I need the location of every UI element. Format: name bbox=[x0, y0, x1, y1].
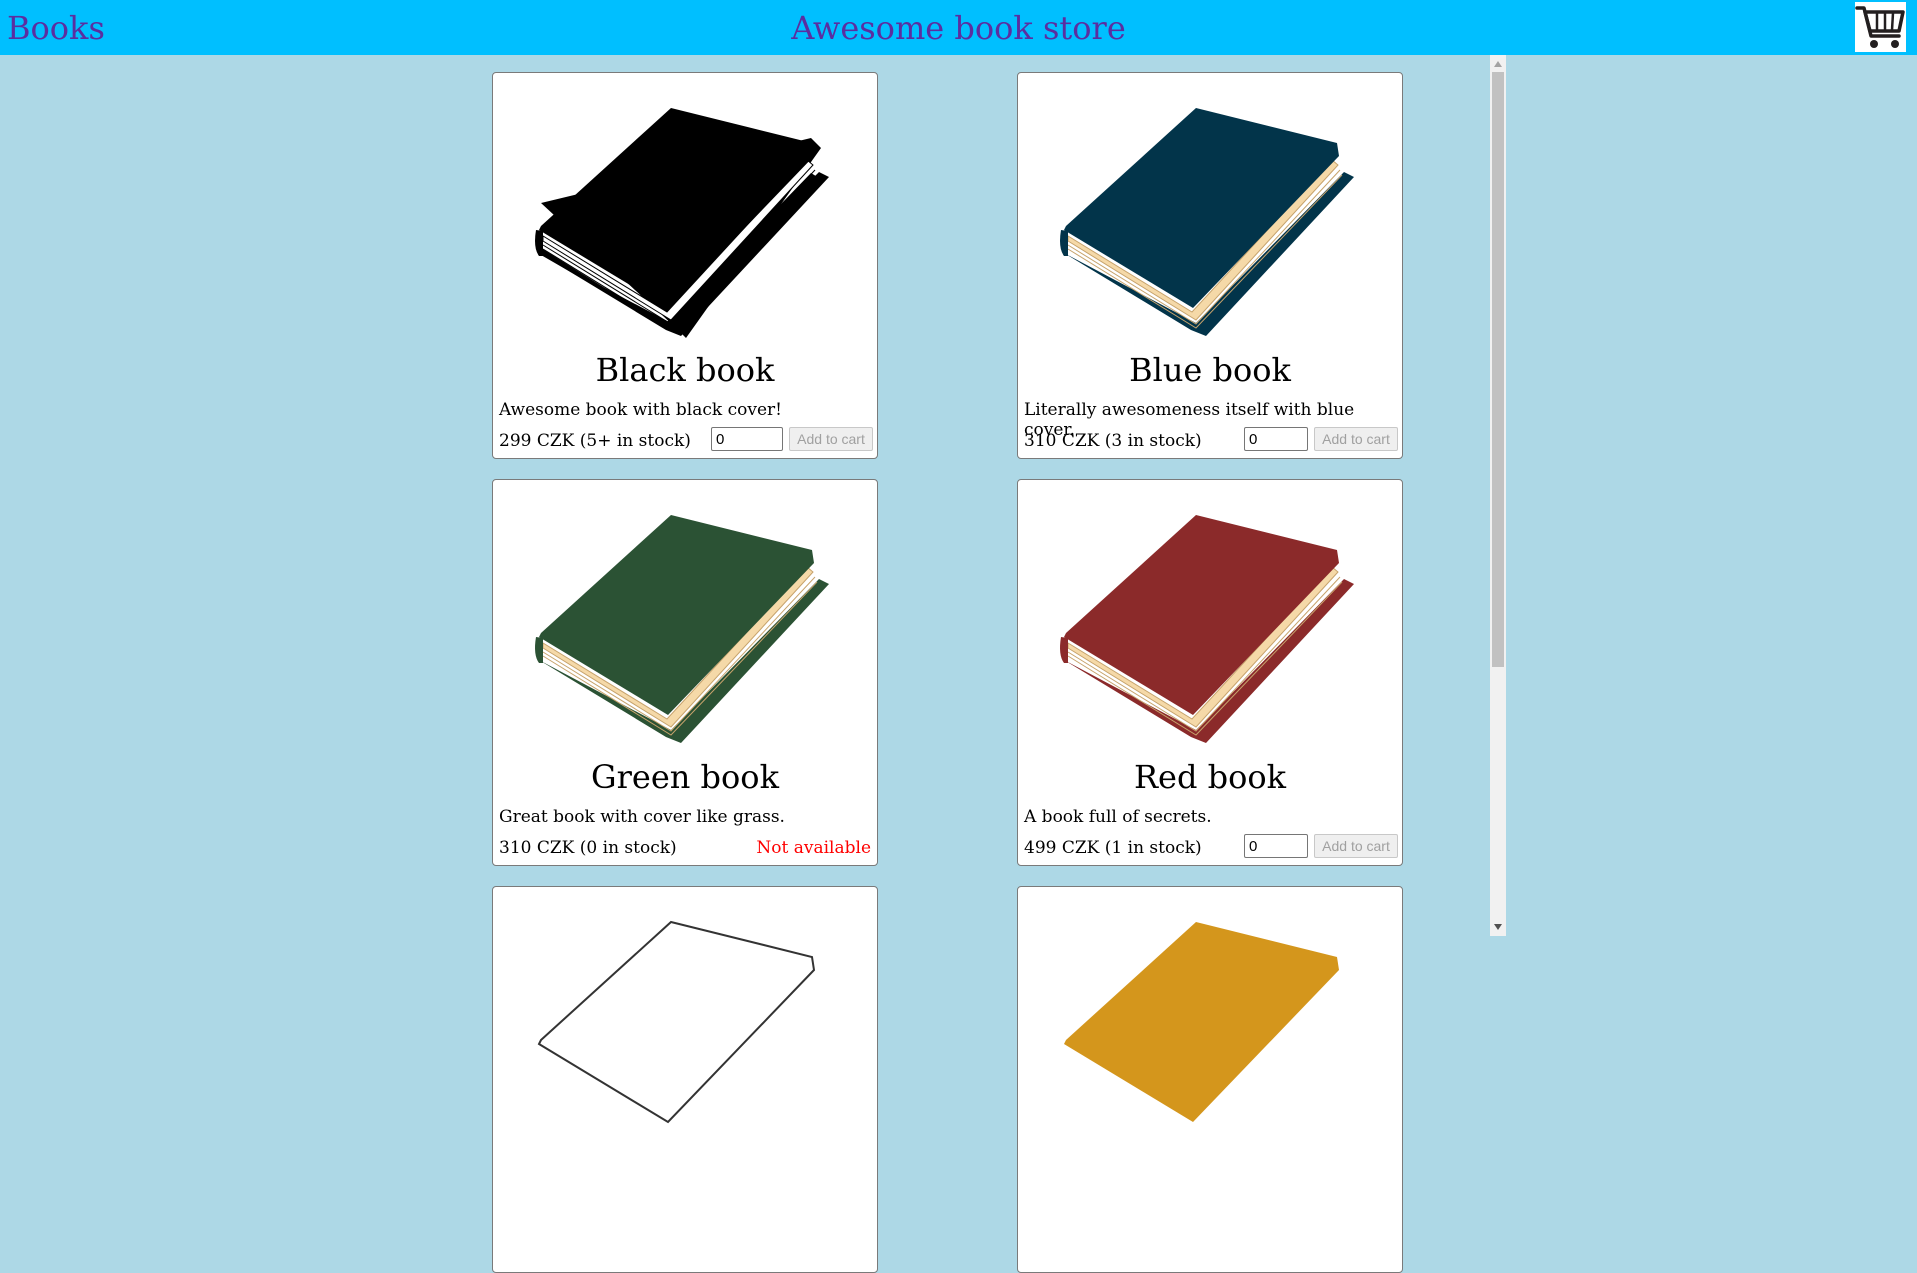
scrollbar-thumb[interactable] bbox=[1492, 72, 1504, 667]
product-description: Awesome book with black cover! bbox=[499, 400, 782, 420]
product-price: 299 CZK (5+ in stock) bbox=[499, 431, 691, 451]
quantity-input[interactable] bbox=[711, 427, 783, 451]
book-cover-image bbox=[535, 108, 829, 338]
not-available-label: Not available bbox=[756, 838, 871, 858]
product-card: Black book Awesome book with black cover… bbox=[492, 72, 878, 459]
product-title: Blue book bbox=[1129, 351, 1291, 389]
add-to-cart-button[interactable]: Add to cart bbox=[1314, 427, 1398, 451]
product-card bbox=[492, 886, 878, 1273]
scroll-up-arrow-icon[interactable] bbox=[1494, 61, 1502, 67]
product-price: 310 CZK (0 in stock) bbox=[499, 838, 677, 858]
product-grid: Black book Awesome book with black cover… bbox=[0, 55, 1917, 1273]
product-description: Great book with cover like grass. bbox=[499, 807, 785, 827]
scroll-down-arrow-icon[interactable] bbox=[1494, 924, 1502, 930]
shopping-cart-icon bbox=[1855, 6, 1905, 48]
product-title: Green book bbox=[591, 758, 779, 796]
product-title: Red book bbox=[1133, 758, 1287, 796]
scrollbar[interactable] bbox=[1490, 55, 1506, 936]
cart-button[interactable] bbox=[1855, 2, 1906, 52]
product-card: Blue book Literally awesomeness itself w… bbox=[1017, 72, 1403, 459]
book-cover-image bbox=[537, 920, 816, 1124]
book-cover-image bbox=[1060, 108, 1354, 336]
quantity-input[interactable] bbox=[1244, 427, 1308, 451]
product-price: 499 CZK (1 in stock) bbox=[1024, 838, 1202, 858]
product-card bbox=[1017, 886, 1403, 1273]
product-title: Black book bbox=[595, 351, 775, 389]
book-cover-image bbox=[1060, 515, 1354, 743]
product-price: 310 CZK (3 in stock) bbox=[1024, 431, 1202, 451]
book-cover-image bbox=[1064, 922, 1339, 1122]
product-card: Green book Great book with cover like gr… bbox=[492, 479, 878, 866]
quantity-input[interactable] bbox=[1244, 834, 1308, 858]
page-title: Awesome book store bbox=[791, 9, 1126, 47]
product-card: Red book A book full of secrets. 499 CZK… bbox=[1017, 479, 1403, 866]
add-to-cart-button[interactable]: Add to cart bbox=[789, 427, 873, 451]
product-description: A book full of secrets. bbox=[1024, 807, 1212, 827]
top-navbar: Books Awesome book store bbox=[0, 0, 1917, 55]
add-to-cart-button[interactable]: Add to cart bbox=[1314, 834, 1398, 858]
book-cover-image bbox=[535, 515, 829, 743]
